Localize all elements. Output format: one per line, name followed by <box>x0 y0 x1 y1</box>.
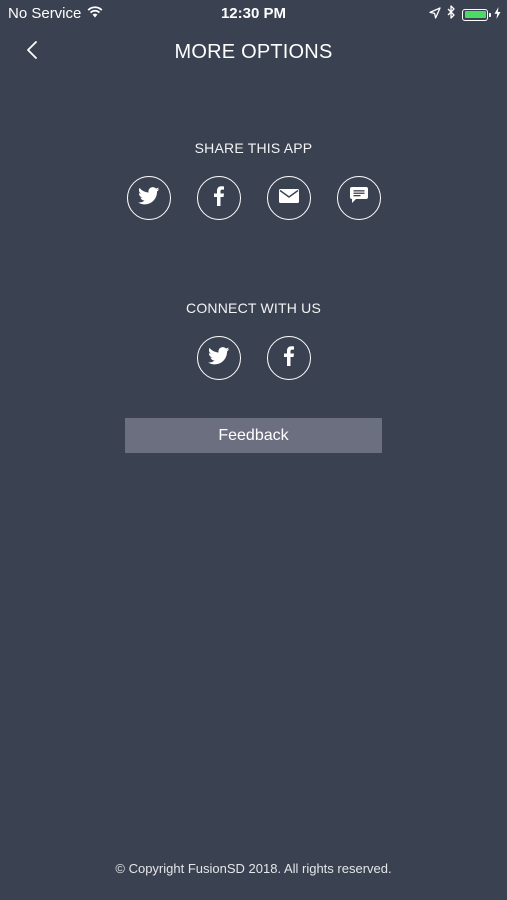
copyright-text: © Copyright FusionSD 2018. All rights re… <box>115 861 392 876</box>
connect-icon-row <box>0 336 507 380</box>
battery-level-fill <box>464 11 486 18</box>
share-icon-row <box>0 176 507 220</box>
connect-section-label: CONNECT WITH US <box>186 300 321 316</box>
battery-cap <box>489 12 491 17</box>
share-mail-button[interactable] <box>266 176 311 220</box>
mail-icon <box>278 188 299 208</box>
facebook-icon <box>283 345 294 371</box>
page-title: MORE OPTIONS <box>174 41 333 63</box>
status-bar: No Service 12:30 PM <box>0 0 507 28</box>
share-message-button[interactable] <box>336 176 381 220</box>
location-arrow-icon <box>429 6 441 24</box>
bluetooth-icon <box>447 5 456 24</box>
status-right <box>429 5 501 24</box>
share-facebook-button[interactable] <box>196 176 241 220</box>
feedback-button[interactable]: Feedback <box>125 418 382 453</box>
message-icon <box>349 187 368 209</box>
share-twitter-button[interactable] <box>126 176 171 220</box>
twitter-icon <box>137 186 160 210</box>
twitter-icon <box>207 346 230 370</box>
nav-bar: MORE OPTIONS <box>0 32 507 72</box>
charging-bolt-icon <box>494 6 501 24</box>
facebook-icon <box>213 185 224 211</box>
share-section-label: SHARE THIS APP <box>194 140 313 156</box>
connect-facebook-button[interactable] <box>266 336 311 380</box>
connect-twitter-button[interactable] <box>196 336 241 380</box>
battery-icon <box>462 8 491 21</box>
